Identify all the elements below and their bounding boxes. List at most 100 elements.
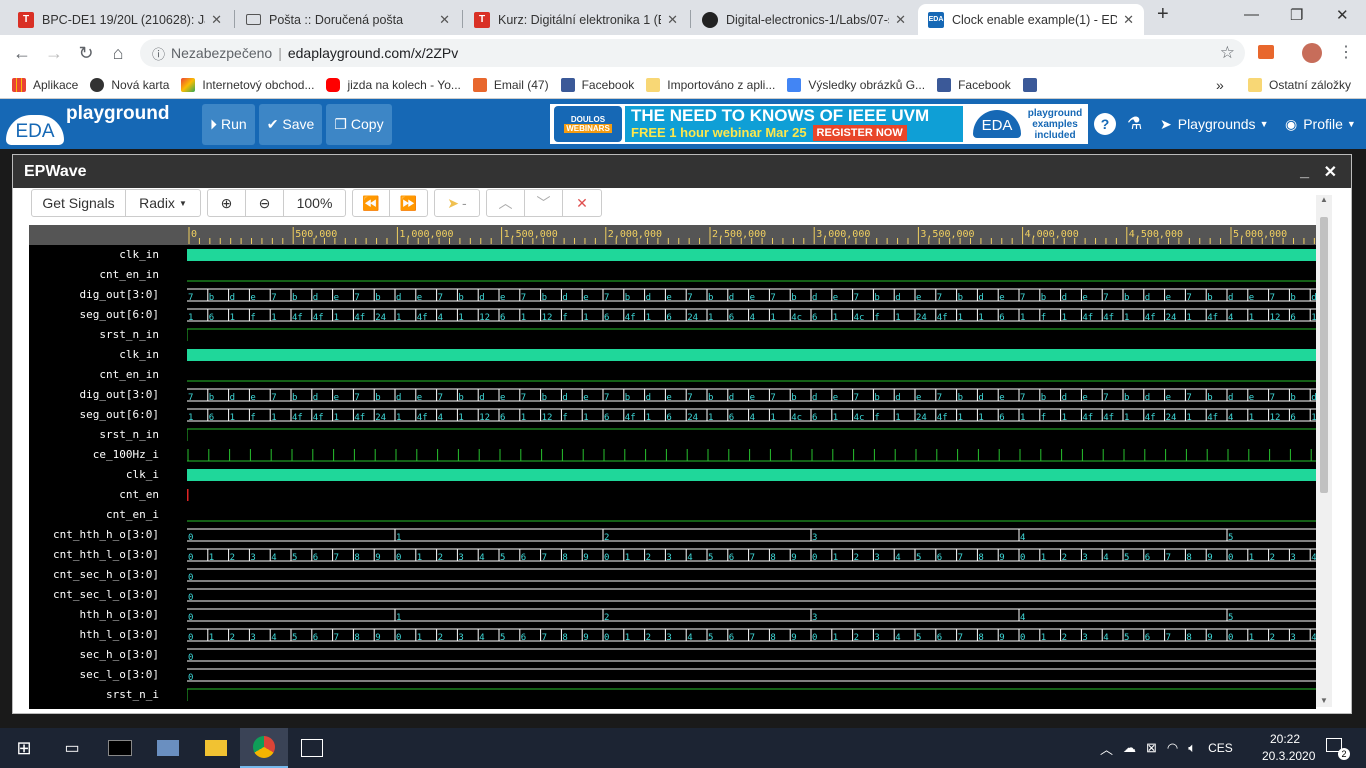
avatar[interactable] [1302,43,1322,63]
signal-name[interactable]: sec_h_o[3:0] [29,645,187,665]
profile-menu[interactable]: ◉ Profile ▼ [1285,116,1356,133]
register-now-button[interactable]: REGISTER NOW [812,125,907,141]
browser-tab[interactable]: Pošta :: Doručená pošta ✕ [236,4,460,35]
fast-forward-icon[interactable]: ⏩ [390,190,427,216]
info-icon[interactable]: ⓘ [152,44,165,63]
help-icon[interactable]: ? [1094,113,1116,135]
bookmark[interactable]: Facebook [560,77,634,92]
browser-tab[interactable]: T BPC-DE1 19/20L (210628): Jak ✕ [8,4,232,35]
signal-name[interactable]: cnt_en_in [29,265,187,285]
browser-tab-active[interactable]: EDA Clock enable example(1) - EDA ✕ [918,4,1144,35]
extension-icon[interactable] [1258,45,1274,59]
rewind-icon[interactable]: ⏪ [353,190,390,216]
bookmark[interactable] [1022,77,1044,92]
bookmark[interactable]: Email (47) [472,77,549,92]
get-signals-button[interactable]: Get Signals [32,190,126,216]
run-button[interactable]: ⏵ Run [202,103,255,145]
signal-name[interactable]: srst_n_i [29,685,187,705]
delete-icon[interactable]: ✕ [563,190,601,216]
minimize-icon[interactable]: _ [1300,163,1309,181]
signal-name[interactable]: cnt_hth_h_o[3:0] [29,525,187,545]
signal-name[interactable]: srst_n_in [29,425,187,445]
signal-name[interactable]: cnt_sec_h_o[3:0] [29,565,187,585]
close-icon[interactable]: ✕ [667,12,678,28]
terminal-icon[interactable] [96,728,144,768]
close-icon[interactable]: ✕ [1123,12,1134,28]
star-icon[interactable]: ☆ [1220,43,1235,63]
scrollbar-up-icon[interactable]: ▲ [1316,195,1332,204]
close-icon[interactable]: ✕ [439,12,450,28]
signal-name[interactable]: cnt_hth_l_o[3:0] [29,545,187,565]
url-text[interactable]: edaplayground.com/x/2ZPv [288,45,458,61]
signal-name[interactable]: seg_out[6:0] [29,405,187,425]
close-icon[interactable]: ✕ [1324,162,1337,182]
scrollbar-thumb[interactable] [1320,217,1328,493]
ime-icon[interactable]: ⊠ [1146,740,1157,756]
flask-icon[interactable]: ⚗ [1127,114,1142,134]
bookmark[interactable]: Nová karta [90,77,169,92]
bookmark[interactable]: Facebook [937,77,1011,92]
signal-name[interactable]: hth_l_o[3:0] [29,625,187,645]
signal-name[interactable]: ce_100Hz_i [29,445,187,465]
scrollbar-down-icon[interactable]: ▼ [1316,696,1332,705]
eda-logo[interactable]: EDA playground [4,101,200,147]
signal-name[interactable]: srst_n_in [29,325,187,345]
new-tab-button[interactable]: + [1157,3,1169,26]
signal-name[interactable]: cnt_en [29,485,187,505]
signal-name[interactable]: seg_out[6:0] [29,305,187,325]
computer-icon[interactable] [144,728,192,768]
save-button[interactable]: ✔ Save [258,103,323,145]
waveform-area[interactable]: clk_in cnt_en_in dig_out[3:0] seg_out[6:0] s… [29,225,1316,709]
chevron-down-icon[interactable]: ﹀ [525,190,563,216]
vertical-scrollbar[interactable]: ▲ ▼ [1316,195,1332,707]
bookmark[interactable]: Internetový obchod... [181,77,314,92]
file-explorer-icon[interactable] [192,728,240,768]
chevron-up-icon[interactable]: ︿ [1100,739,1113,758]
signal-name[interactable]: sec_l_o[3:0] [29,665,187,685]
photos-icon[interactable] [288,728,336,768]
signal-name[interactable]: cnt_sec_l_o[3:0] [29,585,187,605]
back-icon[interactable]: ← [6,43,38,64]
chrome-icon[interactable] [240,728,288,768]
close-icon[interactable]: ✕ [211,12,222,28]
close-window-button[interactable]: ✕ [1336,6,1349,24]
language-indicator[interactable]: CES [1208,741,1233,755]
waveform-canvas[interactable]: 7 b d e 7 b d e 7 b d e 7 b d e 7 b d e 7 b d e 7 b d e 7 b d e 7 b d e 7 b d e… [187,245,1316,709]
bookmark[interactable]: Importováno z apli... [646,77,775,92]
close-icon[interactable]: ✕ [895,12,906,28]
start-button[interactable]: ⊞ [0,728,48,768]
clock[interactable]: 20:22 20.3.2020 [1262,731,1315,765]
signal-name[interactable]: clk_in [29,345,187,365]
minimize-button[interactable]: — [1244,6,1259,23]
volume-icon[interactable]: 🔈︎ [1188,740,1196,756]
bookmark-apps[interactable]: Aplikace [12,77,78,92]
zoom-in-icon[interactable]: ⊕ [208,190,246,216]
task-view-icon[interactable]: ▭ [48,728,96,768]
omnibox[interactable]: ⓘ Nezabezpečeno | edaplayground.com/x/2Z… [140,39,1245,67]
maximize-button[interactable]: ❐ [1290,6,1303,24]
more-bookmarks-icon[interactable]: » [1216,77,1224,93]
bookmark[interactable]: Výsledky obrázků G... [787,77,925,92]
signal-name[interactable]: clk_in [29,245,187,265]
signal-name[interactable]: hth_h_o[3:0] [29,605,187,625]
copy-button[interactable]: ❐ Copy [326,103,392,145]
menu-icon[interactable]: ⋮ [1338,42,1354,62]
browser-tab[interactable]: T Kurz: Digitální elektronika 1 (BI ✕ [464,4,688,35]
cursor-button[interactable]: ➤ - [435,190,479,216]
zoom-out-icon[interactable]: ⊖ [246,190,284,216]
radix-button[interactable]: Radix ▼ [126,190,200,216]
reload-icon[interactable]: ↻ [70,43,102,64]
other-bookmarks[interactable]: Ostatní záložky [1248,77,1351,92]
browser-tab[interactable]: Digital-electronics-1/Labs/07-s ✕ [692,4,916,35]
playgrounds-menu[interactable]: ➤ Playgrounds ▼ [1160,116,1268,133]
signal-name[interactable]: clk_i [29,465,187,485]
signal-name[interactable]: dig_out[3:0] [29,385,187,405]
home-icon[interactable]: ⌂ [102,43,134,64]
wifi-icon[interactable]: ◠ [1167,740,1178,756]
notifications-icon[interactable]: 2 [1326,738,1350,760]
chevron-up-icon[interactable]: ︿ [487,190,525,216]
forward-icon[interactable]: → [38,43,70,64]
webinar-banner[interactable]: DOULOS WEBINARS THE NEED TO KNOWS OF IEE… [550,104,1088,144]
signal-name[interactable]: dig_out[3:0] [29,285,187,305]
cloud-icon[interactable]: ☁ [1123,740,1136,756]
